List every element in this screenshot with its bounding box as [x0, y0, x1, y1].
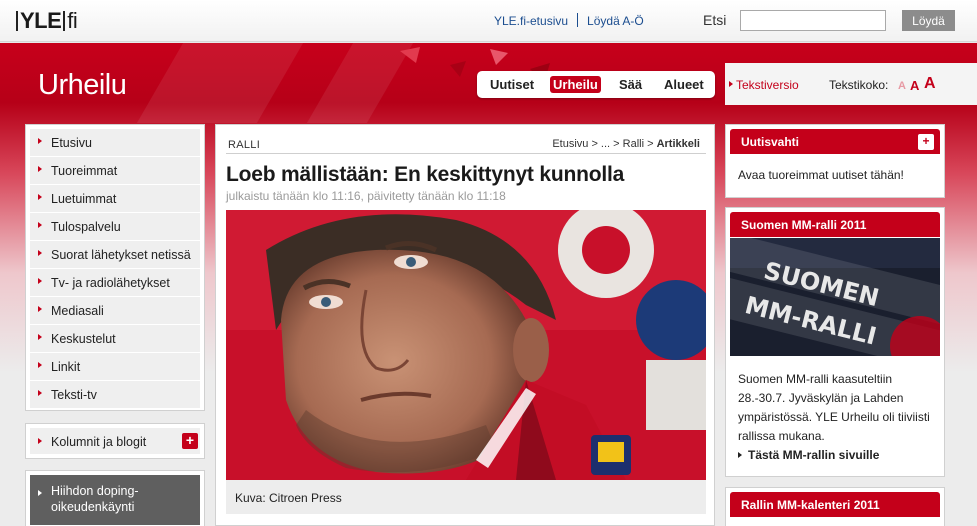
sidebar-item-label: Suorat lähetykset netissä — [51, 248, 191, 262]
mm-ralli-image[interactable]: SUOMEN MM-RALLI — [730, 238, 940, 356]
sidebar-item-tulospalvelu[interactable]: Tulospalvelu — [30, 213, 200, 241]
top-links: YLE.fi-etusivu Löydä A-Ö — [494, 13, 644, 28]
text-size-large[interactable]: A — [924, 75, 936, 93]
arrow-right-icon — [729, 81, 733, 87]
uutisvahti-text[interactable]: Avaa tuoreimmat uutiset tähän! — [738, 166, 904, 185]
sidebar-item-label: Tv- ja radiolähetykset — [51, 276, 170, 290]
mm-ralli-text: Suomen MM-ralli kaasuteltiin 28.-30.7. J… — [738, 372, 930, 443]
sidebar-item-teksti-tv[interactable]: Teksti-tv — [30, 381, 200, 409]
arrow-right-icon — [38, 222, 42, 228]
divider — [226, 153, 706, 154]
publish-timestamp: julkaistu tänään klo 11:16, päivitetty t… — [226, 189, 506, 203]
blogs-box: Kolumnit ja blogit + — [25, 423, 205, 459]
mm-ralli-link[interactable]: Tästä MM-rallin sivuille — [738, 448, 879, 462]
article-category: RALLI — [228, 139, 261, 151]
sidebar-item-keskustelut[interactable]: Keskustelut — [30, 325, 200, 353]
plus-icon[interactable]: + — [182, 433, 198, 449]
arrow-right-icon — [38, 278, 42, 284]
arrow-right-icon — [38, 194, 42, 200]
breadcrumb-path[interactable]: Etusivu > ... > Ralli > — [552, 138, 653, 150]
arrow-right-icon — [38, 390, 42, 396]
kalenteri-box: Rallin MM-kalenteri 2011 — [725, 487, 945, 526]
find-a-o-link[interactable]: Löydä A-Ö — [587, 14, 644, 28]
arrow-right-icon — [38, 334, 42, 340]
sidebar-item-etusivu[interactable]: Etusivu — [30, 129, 200, 157]
blogs-link[interactable]: Kolumnit ja blogit + — [30, 428, 200, 454]
doping-box: Hiihdon doping-oikeudenkäynti — [25, 470, 205, 526]
article-headline: Loeb mällistään: En keskittynyt kunnolla — [226, 163, 625, 186]
logo-text-fi: fi — [67, 8, 78, 33]
kalenteri-title: Rallin MM-kalenteri 2011 — [741, 498, 880, 512]
arrow-right-icon — [38, 138, 42, 144]
mm-ralli-link-label: Tästä MM-rallin sivuille — [748, 448, 880, 462]
search-button[interactable]: Löydä — [902, 10, 955, 31]
photo-caption-text: Kuva: Citroen Press — [235, 491, 342, 505]
tab-uutiset[interactable]: Uutiset — [490, 77, 534, 92]
mm-ralli-box: Suomen MM-ralli 2011 SUOMEN MM-RALLI Suo… — [725, 207, 945, 477]
text-size-label: Tekstikoko: — [829, 78, 889, 92]
yle-frontpage-link[interactable]: YLE.fi-etusivu — [494, 14, 568, 28]
sidebar-item-tv-radio[interactable]: Tv- ja radiolähetykset — [30, 269, 200, 297]
sidebar-item-linkit[interactable]: Linkit — [30, 353, 200, 381]
article-photo — [226, 210, 706, 480]
tab-saa[interactable]: Sää — [619, 77, 642, 92]
uutisvahti-header: Uutisvahti + — [730, 129, 940, 154]
blogs-label: Kolumnit ja blogit — [51, 435, 147, 449]
sidebar-item-label: Luetuimmat — [51, 192, 117, 206]
sidebar-item-live-streams[interactable]: Suorat lähetykset netissä — [30, 241, 200, 269]
uutisvahti-title: Uutisvahti — [741, 135, 800, 149]
section-title: Urheilu — [38, 69, 127, 101]
sidebar-item-label: Tuoreimmat — [51, 164, 118, 178]
sidebar-item-label: Etusivu — [51, 136, 92, 150]
sidebar-item-label: Teksti-tv — [51, 388, 97, 402]
sidebar-item-label: Tulospalvelu — [51, 220, 121, 234]
text-size-medium[interactable]: A — [910, 78, 919, 93]
yle-logo[interactable]: YLE fi — [14, 8, 78, 34]
photo-caption: Kuva: Citroen Press — [226, 480, 706, 514]
arrow-right-icon — [38, 306, 42, 312]
doping-link[interactable]: Hiihdon doping-oikeudenkäynti — [30, 475, 200, 525]
search-label: Etsi — [703, 12, 727, 28]
arrow-right-icon — [38, 250, 42, 256]
sidebar-item-tuoreimmat[interactable]: Tuoreimmat — [30, 157, 200, 185]
doping-label: Hiihdon doping-oikeudenkäynti — [51, 484, 139, 514]
sidebar-item-mediasali[interactable]: Mediasali — [30, 297, 200, 325]
sidebar-item-label: Linkit — [51, 360, 81, 374]
text-version-link[interactable]: Tekstiversio — [736, 78, 799, 92]
section-tabs: Uutiset Urheilu Sää Alueet — [477, 71, 715, 98]
logo-text-yle: YLE — [20, 8, 62, 33]
link-separator — [577, 13, 579, 27]
sidebar-item-label: Keskustelut — [51, 332, 116, 346]
search-input[interactable] — [740, 10, 886, 31]
text-size-small[interactable]: A — [898, 80, 906, 92]
text-options-box: Tekstiversio Tekstikoko: A A A — [725, 63, 977, 105]
top-bar: YLE fi YLE.fi-etusivu Löydä A-Ö Etsi Löydä — [0, 0, 977, 42]
uutisvahti-box: Uutisvahti + Avaa tuoreimmat uutiset täh… — [725, 124, 945, 198]
tab-urheilu[interactable]: Urheilu — [550, 76, 601, 93]
arrow-right-icon — [738, 452, 742, 458]
plus-icon[interactable]: + — [918, 134, 934, 150]
arrow-right-icon — [38, 362, 42, 368]
kalenteri-header: Rallin MM-kalenteri 2011 — [730, 492, 940, 517]
arrow-right-icon — [38, 490, 42, 496]
breadcrumb[interactable]: Etusivu > ... > Ralli > Artikkeli — [552, 138, 700, 150]
sidebar-item-luetuimmat[interactable]: Luetuimmat — [30, 185, 200, 213]
mm-ralli-header: Suomen MM-ralli 2011 — [730, 212, 940, 237]
breadcrumb-current: Artikkeli — [656, 138, 700, 150]
mm-ralli-title: Suomen MM-ralli 2011 — [741, 218, 867, 232]
sidebar-nav: Etusivu Tuoreimmat Luetuimmat Tulospalve… — [25, 124, 205, 411]
tab-alueet[interactable]: Alueet — [664, 77, 704, 92]
arrow-right-icon — [38, 166, 42, 172]
article: RALLI Etusivu > ... > Ralli > Artikkeli … — [215, 124, 715, 526]
arrow-right-icon — [38, 438, 42, 444]
sidebar-item-label: Mediasali — [51, 304, 104, 318]
